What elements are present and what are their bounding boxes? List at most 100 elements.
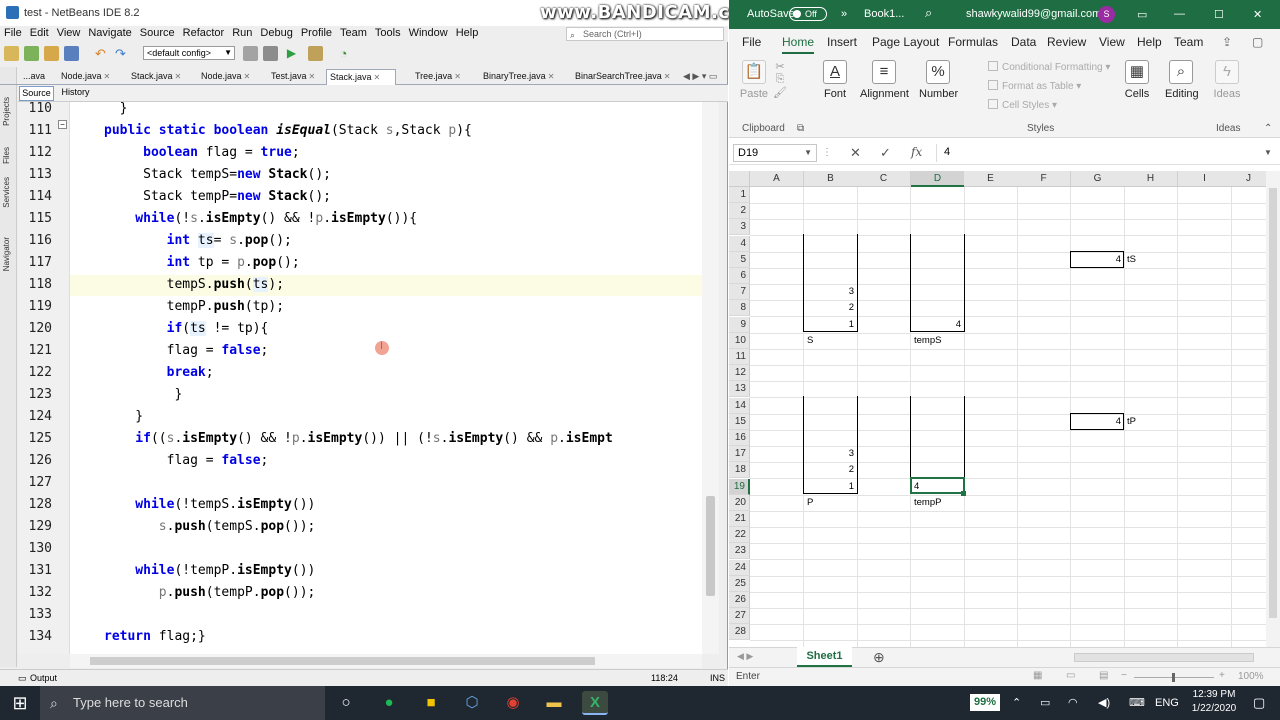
cell-styles-button[interactable]: Cell Styles ▾ [988,99,1057,111]
debug-icon[interactable] [308,46,323,61]
file-tab[interactable]: Node.java ✕ [198,69,266,85]
tab-view[interactable]: View [1099,35,1125,49]
code-line[interactable]: int tp = p.pop(); [104,255,300,270]
taskbar-clock[interactable]: 12:39 PM 1/22/2020 [1184,688,1244,716]
add-sheet-icon[interactable]: ⊕ [873,649,885,666]
excel-taskbar-icon[interactable]: X [582,691,608,715]
save-all-icon[interactable] [64,46,79,61]
tab-help[interactable]: Help [1137,35,1162,49]
file-tab[interactable]: Stack.java ✕ [128,69,196,85]
row-header-5[interactable]: 5 [729,251,750,268]
zoom-slider-thumb[interactable] [1172,673,1175,682]
projects-panel-tab[interactable]: Projects [2,97,11,126]
number-button[interactable]: % Number [919,60,958,100]
column-header-c[interactable]: C [857,171,911,187]
code-line[interactable]: tempS.push(ts); [104,277,284,292]
notifications-icon[interactable]: ▢ [1253,686,1265,720]
battery-percentage[interactable]: 99% [970,694,1000,711]
menu-refactor[interactable]: Refactor [179,26,229,41]
font-button[interactable]: A Font [819,60,851,100]
autosave-toggle[interactable]: Off [789,7,827,21]
keyboard-icon[interactable]: ⌨ [1129,686,1145,720]
cell-d10[interactable]: tempS [914,333,961,349]
column-header-e[interactable]: E [964,171,1018,187]
menu-view[interactable]: View [53,26,85,41]
code-line[interactable]: int ts= s.pop(); [104,233,292,248]
tab-history[interactable]: History [58,86,93,101]
menu-team[interactable]: Team [336,26,371,41]
code-line[interactable]: if(ts != tp){ [104,321,268,336]
row-header-27[interactable]: 27 [729,608,750,625]
file-tab[interactable]: Test.java ✕ [268,69,326,85]
language-indicator[interactable]: ENG [1155,686,1179,720]
maximize-icon[interactable]: ☐ [1214,8,1224,21]
row-header-21[interactable]: 21 [729,511,750,527]
code-line[interactable]: p.push(tempP.pop()); [104,585,316,600]
file-tab[interactable]: Tree.java ✕ [412,69,472,85]
new-file-icon[interactable] [24,46,39,61]
row-header-25[interactable]: 25 [729,575,750,592]
zoom-in-icon[interactable]: + [1219,670,1225,681]
dialog-launcher-icon[interactable]: ⧉ [797,123,804,134]
config-select[interactable]: <default config> ▼ [143,46,235,60]
page-break-view-icon[interactable]: ▤ [1099,670,1108,681]
menu-navigate[interactable]: Navigate [84,26,135,41]
minimize-icon[interactable]: — [1174,8,1185,20]
select-all-corner[interactable] [729,171,750,187]
menu-help[interactable]: Help [452,26,483,41]
page-layout-view-icon[interactable]: ▭ [1066,670,1075,681]
tab-review[interactable]: Review [1047,35,1086,49]
conditional-formatting-button[interactable]: Conditional Formatting ▾ [988,61,1110,73]
cell-b10[interactable]: S [807,333,854,349]
cortana-icon[interactable]: ○ [333,691,359,715]
files-panel-tab[interactable]: Files [2,147,11,164]
menu-debug[interactable]: Debug [256,26,296,41]
navigator-panel-tab[interactable]: Navigator [2,237,11,271]
column-header-f[interactable]: F [1017,171,1071,187]
code-line[interactable]: if((s.isEmpty() && !p.isEmpty()) || (!s.… [104,431,613,446]
cell-h5[interactable]: tS [1127,252,1174,268]
enter-icon[interactable]: ✓ [880,145,891,161]
row-header-13[interactable]: 13 [729,381,750,398]
profile-icon[interactable]: ◔ [336,46,351,61]
ribbon-display-icon[interactable]: ▭ [1137,8,1147,21]
column-header-a[interactable]: A [750,171,804,187]
file-tab[interactable]: ...ava [20,69,56,85]
alignment-button[interactable]: ≡ Alignment [860,60,909,100]
tab-formulas[interactable]: Formulas [948,35,998,49]
search-icon[interactable]: ⌕ [925,5,932,21]
normal-view-icon[interactable]: ▦ [1033,670,1042,681]
column-header-g[interactable]: G [1071,171,1125,187]
row-header-4[interactable]: 4 [729,235,750,252]
close-icon[interactable]: ✕ [1253,8,1262,21]
cell-b8[interactable]: 2 [807,300,854,316]
menu-edit[interactable]: Edit [26,26,53,41]
code-line[interactable]: Stack tempS=new Stack(); [104,167,331,182]
battery-icon[interactable]: ▭ [1040,686,1050,720]
row-header-14[interactable]: 14 [729,397,750,414]
row-header-24[interactable]: 24 [729,559,750,576]
code-line[interactable]: return flag;} [104,629,206,644]
insert-function-icon[interactable]: fx [911,145,922,159]
share-icon[interactable]: ⇪ [1222,35,1232,49]
row-header-1[interactable]: 1 [729,187,750,203]
code-line[interactable]: while(!s.isEmpty() && !p.isEmpty()){ [104,211,417,226]
code-line[interactable]: } [104,101,128,116]
paste-button[interactable]: 📋 Paste [739,60,769,100]
editing-button[interactable]: ⌕ Editing [1165,60,1199,100]
row-header-3[interactable]: 3 [729,219,750,236]
menu-window[interactable]: Window [405,26,452,41]
row-header-6[interactable]: 6 [729,268,750,284]
build-icon[interactable] [243,46,258,61]
menu-tools[interactable]: Tools [371,26,405,41]
tab-scroll-arrows-icon[interactable]: ◀ ▶ ▾ ▭ [680,69,720,85]
sheet-tab-sheet1[interactable]: Sheet1 [797,647,852,667]
tray-arrow-icon[interactable]: ⌃ [1012,686,1021,720]
file-tab[interactable]: Node.java ✕ [58,69,126,85]
code-line[interactable]: flag = false; [104,343,269,358]
column-header-d[interactable]: D [911,171,965,187]
clipboard-tools-icon[interactable]: ✂ ⎘ 🖌 [773,60,787,99]
code-line[interactable]: } [104,409,143,424]
cell-h15[interactable]: tP [1127,414,1174,430]
code-line[interactable]: flag = false; [104,453,269,468]
